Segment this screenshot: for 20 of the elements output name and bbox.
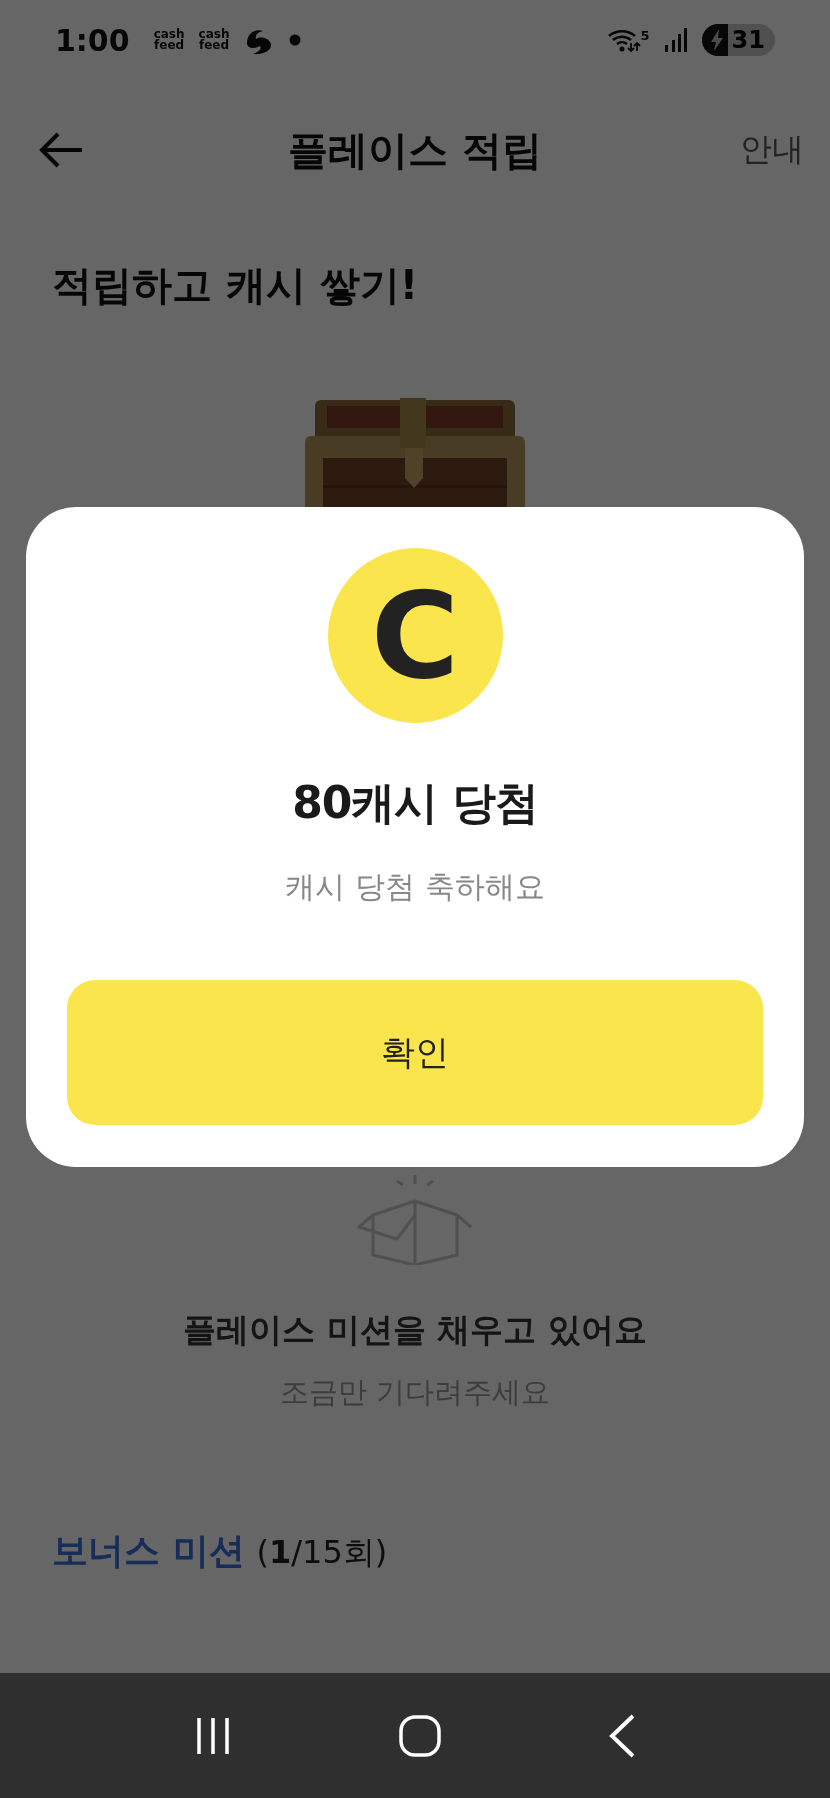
- charging-icon: [709, 29, 724, 51]
- bonus-mission-count: (1/15회): [256, 1532, 388, 1573]
- mission-status-title: 플레이스 미션을 채우고 있어요: [183, 1309, 647, 1351]
- dialog-message: 캐시 당첨 축하해요: [285, 868, 545, 906]
- back-button[interactable]: [38, 132, 84, 168]
- app-notification-icon: cash feed: [153, 29, 185, 51]
- section-heading: 적립하고 캐시 쌓기!: [52, 261, 420, 310]
- app-notification-icon: cash feed: [198, 29, 230, 51]
- coin-logo: C: [327, 548, 503, 723]
- bonus-mission-title: 보너스 미션: [52, 1529, 245, 1573]
- signal-icon: [663, 28, 688, 52]
- clock: 1:00: [55, 22, 130, 58]
- confirm-button[interactable]: 확인: [67, 980, 763, 1125]
- battery-indicator: 31: [701, 24, 775, 56]
- wifi-label: 5: [640, 28, 650, 43]
- dialog-title: 80캐시 당첨: [292, 777, 538, 829]
- home-button[interactable]: [398, 1713, 442, 1758]
- page-title: 플레이스 적립: [288, 126, 542, 173]
- wifi-icon: [606, 27, 641, 53]
- notification-dot-icon: [289, 34, 302, 46]
